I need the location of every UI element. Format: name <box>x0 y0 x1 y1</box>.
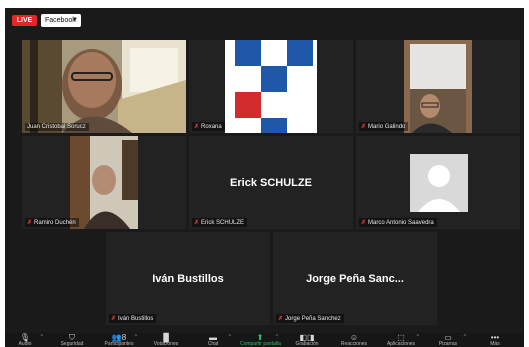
video-tile-erick[interactable]: Erick SCHULZE ✗ Erick SCHULZE <box>189 136 353 229</box>
participant-name-tag: ✗ Roxana <box>192 122 225 131</box>
participant-display-name: Erick SCHULZE <box>230 176 312 189</box>
participant-name-tag: ✗ Iván Bustillos <box>109 314 157 323</box>
top-bar: LIVE Facebook ▼ <box>5 8 524 32</box>
participant-video <box>404 40 472 133</box>
participant-video <box>22 40 186 133</box>
share-screen-button[interactable]: ⬆ Compartir pantalla ^ <box>240 333 281 347</box>
share-options-caret[interactable]: ^ <box>276 334 278 340</box>
video-tile-jorge[interactable]: Jorge Peña Sanc... ✗ Jorge Peña Sanchez <box>273 232 437 325</box>
mic-muted-icon: ✗ <box>361 220 367 226</box>
mic-muted-icon: ✗ <box>361 124 367 130</box>
mic-muted-icon: ✗ <box>111 316 117 322</box>
live-badge: LIVE <box>12 15 37 26</box>
video-tile-roxana[interactable]: ✗ Roxana <box>189 40 353 133</box>
participants-options-caret[interactable]: ^ <box>135 334 137 340</box>
participant-name-tag: ✗ Marco Antonio Saavedra <box>359 218 437 227</box>
participant-name-tag: ✗ Mario Galindo <box>359 122 409 131</box>
chat-options-caret[interactable]: ^ <box>229 334 231 340</box>
participant-video <box>225 40 317 133</box>
whiteboard-options-caret[interactable]: ^ <box>464 334 466 340</box>
zoom-meeting-window: LIVE Facebook ▼ Juan Cristobal Sorucz ✗ … <box>5 8 524 347</box>
participants-button[interactable]: 👥8 Participantes ^ <box>99 333 139 347</box>
audio-button[interactable]: 🎙 Audio ^ <box>5 333 45 347</box>
mic-muted-icon: ✗ <box>27 220 33 226</box>
video-tile-marco[interactable]: ✗ Marco Antonio Saavedra <box>356 136 520 229</box>
apps-button[interactable]: ⬚ Aplicaciones ^ <box>381 333 421 347</box>
audio-options-caret[interactable]: ^ <box>41 334 43 340</box>
video-tile-ramiro[interactable]: ✗ Ramiro Duchén <box>22 136 186 229</box>
video-tile-juan[interactable]: Juan Cristobal Sorucz <box>22 40 186 133</box>
polls-button[interactable]: ▐▌ Votaciones <box>146 333 186 347</box>
participant-name-tag: Juan Cristobal Sorucz <box>25 123 89 131</box>
participant-name-tag: ✗ Ramiro Duchén <box>25 218 79 227</box>
record-button[interactable]: ◧◨ Grabación <box>287 333 327 347</box>
mic-muted-icon: ✗ <box>278 316 284 322</box>
security-button[interactable]: ⛉ Seguridad <box>52 333 92 347</box>
participant-video <box>70 136 138 229</box>
avatar-placeholder-icon <box>410 154 468 212</box>
apps-options-caret[interactable]: ^ <box>417 334 419 340</box>
participant-name-tag: ✗ Erick SCHULZE <box>192 218 248 227</box>
mic-muted-icon: ✗ <box>194 124 200 130</box>
chat-button[interactable]: ▬ Chat ^ <box>193 333 233 347</box>
whiteboard-button[interactable]: ▭ Pizarras ^ <box>428 333 468 347</box>
chevron-down-icon: ▼ <box>72 17 78 23</box>
mic-muted-icon: ✗ <box>194 220 200 226</box>
participant-name-tag: ✗ Jorge Peña Sanchez <box>276 314 344 323</box>
more-button[interactable]: ••• Más <box>475 333 515 347</box>
participant-display-name: Jorge Peña Sanc... <box>306 272 404 285</box>
participant-display-name: Iván Bustillos <box>152 272 224 285</box>
video-tile-mario[interactable]: ✗ Mario Galindo <box>356 40 520 133</box>
meeting-toolbar: 🎙 Audio ^ ⛉ Seguridad 👥8 Participantes ^… <box>5 333 524 347</box>
reactions-button[interactable]: ☺ Reacciones <box>334 333 374 347</box>
video-tile-ivan[interactable]: Iván Bustillos ✗ Iván Bustillos <box>106 232 270 325</box>
stream-target-dropdown[interactable]: Facebook ▼ <box>41 14 81 27</box>
